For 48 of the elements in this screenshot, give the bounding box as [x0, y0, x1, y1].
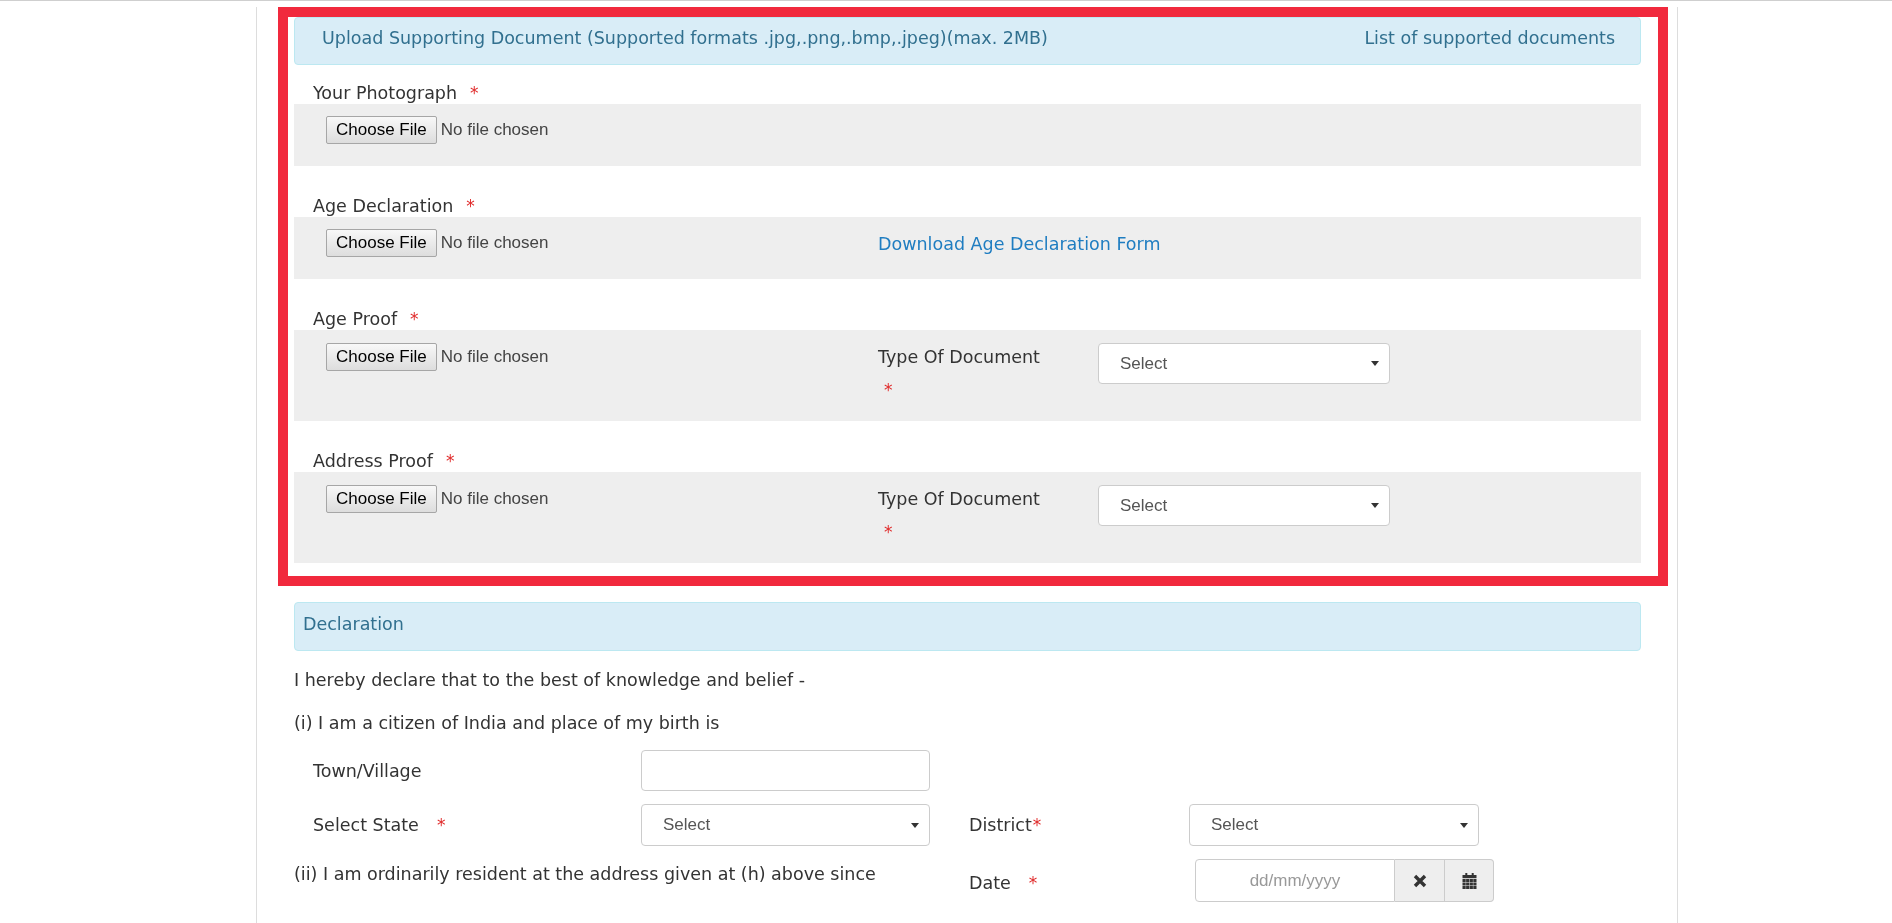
declaration-clause: (ii) I am ordinarily resident at the address given at (h) above since [294, 863, 876, 885]
file-status-text: No file chosen [440, 346, 549, 369]
file-status-text: No file chosen [440, 232, 549, 255]
choose-file-button[interactable]: Choose File [326, 229, 437, 257]
required-mark: * [1028, 872, 1038, 894]
panel-title: Upload Supporting Document (Supported formats .jpg,.png,.bmp,.jpeg)(max. 2MB) [322, 26, 1048, 50]
file-status-text: No file chosen [440, 488, 549, 511]
field-label: Type Of Document [878, 488, 1040, 510]
choose-file-button[interactable]: Choose File [326, 116, 437, 144]
document-type-select[interactable]: Select [1098, 343, 1390, 384]
choose-file-button[interactable]: Choose File [326, 343, 437, 371]
document-type-select[interactable]: Select [1098, 485, 1390, 526]
required-mark: * [445, 450, 455, 472]
date-field[interactable]: dd/mm/yyyy [1195, 859, 1395, 902]
field-label: Select State [313, 814, 419, 836]
required-mark: * [884, 379, 893, 401]
field-label: Your Photograph [313, 82, 458, 104]
download-form-link[interactable]: Download Age Declaration Form [878, 233, 1161, 255]
caret-icon [1460, 822, 1468, 828]
field-label: Age Declaration [313, 195, 454, 217]
required-mark: * [470, 82, 479, 104]
choose-file-button[interactable]: Choose File [326, 485, 437, 513]
caret-icon [1371, 503, 1379, 508]
district-select[interactable]: Select [1189, 804, 1479, 846]
required-mark: * [884, 521, 893, 543]
calendar-button[interactable] [1445, 859, 1494, 902]
state-select[interactable]: Select [641, 804, 930, 846]
required-mark: * [1032, 814, 1042, 836]
caret-icon [911, 822, 919, 828]
caret-icon [1371, 361, 1379, 366]
file-status-text: No file chosen [440, 119, 549, 142]
field-label: Date [969, 872, 1011, 894]
close-icon [1412, 873, 1427, 888]
field-label: Town/Village [313, 759, 422, 782]
supported-documents-link[interactable]: List of supported documents [1364, 24, 1615, 52]
town-village-field[interactable] [641, 750, 930, 791]
calendar-icon [1461, 872, 1477, 889]
required-mark: * [436, 814, 446, 836]
declaration-clause: (i) I am a citizen of India and place of my birth is [294, 712, 720, 734]
field-label: Age Proof [313, 308, 398, 330]
declaration-statement: I hereby declare that to the best of knowledge and belief - [294, 669, 806, 691]
field-label: District [969, 814, 1032, 836]
required-mark: * [466, 195, 475, 217]
panel-title: Declaration [303, 613, 404, 637]
field-label: Address Proof [313, 450, 433, 472]
required-mark: * [410, 308, 419, 330]
clear-date-button[interactable] [1395, 859, 1445, 902]
field-label: Type Of Document [878, 346, 1040, 368]
